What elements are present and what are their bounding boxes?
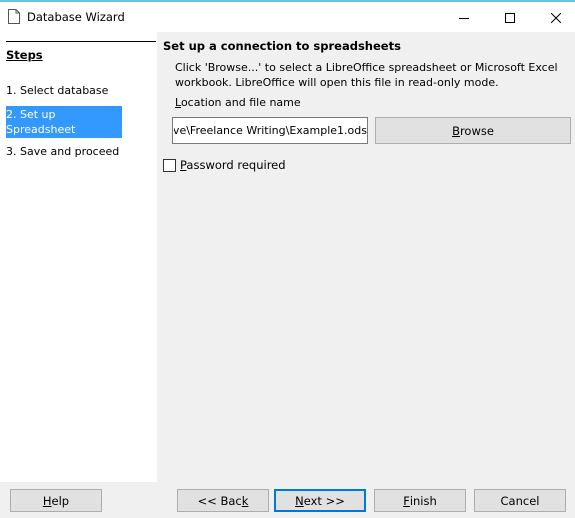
- mnemonic: N: [295, 493, 304, 508]
- button-label: elp: [51, 493, 70, 508]
- description-text: Click 'Browse...' to select a LibreOffic…: [175, 61, 558, 89]
- maximize-button[interactable]: [487, 4, 533, 32]
- browse-button[interactable]: Browse: [375, 117, 571, 144]
- page-title: Set up a connection to spreadsheets: [163, 39, 401, 53]
- next-button[interactable]: Next >>: [274, 489, 366, 512]
- label-text: ocation and file name: [180, 96, 301, 109]
- mnemonic: H: [42, 493, 52, 508]
- maximize-icon: [505, 13, 515, 23]
- button-label: ext >>: [303, 493, 345, 508]
- cancel-button[interactable]: Cancel: [474, 489, 566, 512]
- step-save-proceed[interactable]: 3. Save and proceed: [6, 144, 122, 159]
- label-text: assword required: [186, 158, 286, 172]
- document-icon: [8, 9, 20, 24]
- location-label: Location and file name: [175, 96, 301, 109]
- password-required-checkbox[interactable]: [163, 158, 176, 172]
- mnemonic: F: [403, 493, 410, 508]
- file-location-input[interactable]: [172, 117, 368, 144]
- minimize-icon: [459, 18, 469, 19]
- button-label: inish: [409, 493, 437, 508]
- mnemonic: B: [452, 123, 460, 138]
- mnemonic: k: [241, 493, 249, 508]
- step-select-database[interactable]: 1. Select database: [6, 83, 122, 98]
- window-title: Database Wizard: [27, 10, 125, 24]
- step-spreadsheet-connection[interactable]: 2. Set up Spreadsheet connection: [6, 106, 122, 151]
- help-button[interactable]: Help: [10, 489, 102, 512]
- finish-button[interactable]: Finish: [374, 489, 466, 512]
- title-bar: Database Wizard: [0, 2, 575, 32]
- minimize-button[interactable]: [441, 4, 487, 32]
- back-button[interactable]: << Bac k: [177, 489, 269, 512]
- button-label: rowse: [459, 123, 494, 138]
- steps-divider: [6, 41, 156, 42]
- password-required-row[interactable]: Password required: [163, 158, 286, 172]
- close-button[interactable]: [533, 4, 575, 32]
- password-required-label[interactable]: Password required: [180, 158, 286, 172]
- button-label: << Bac: [197, 493, 242, 508]
- steps-title: Steps: [6, 48, 43, 62]
- close-icon: [551, 13, 561, 23]
- step-label-line1: 2. Set up Spreadsheet: [6, 108, 76, 136]
- steps-pane: Steps 1. Select database 2. Set up Sprea…: [0, 32, 157, 482]
